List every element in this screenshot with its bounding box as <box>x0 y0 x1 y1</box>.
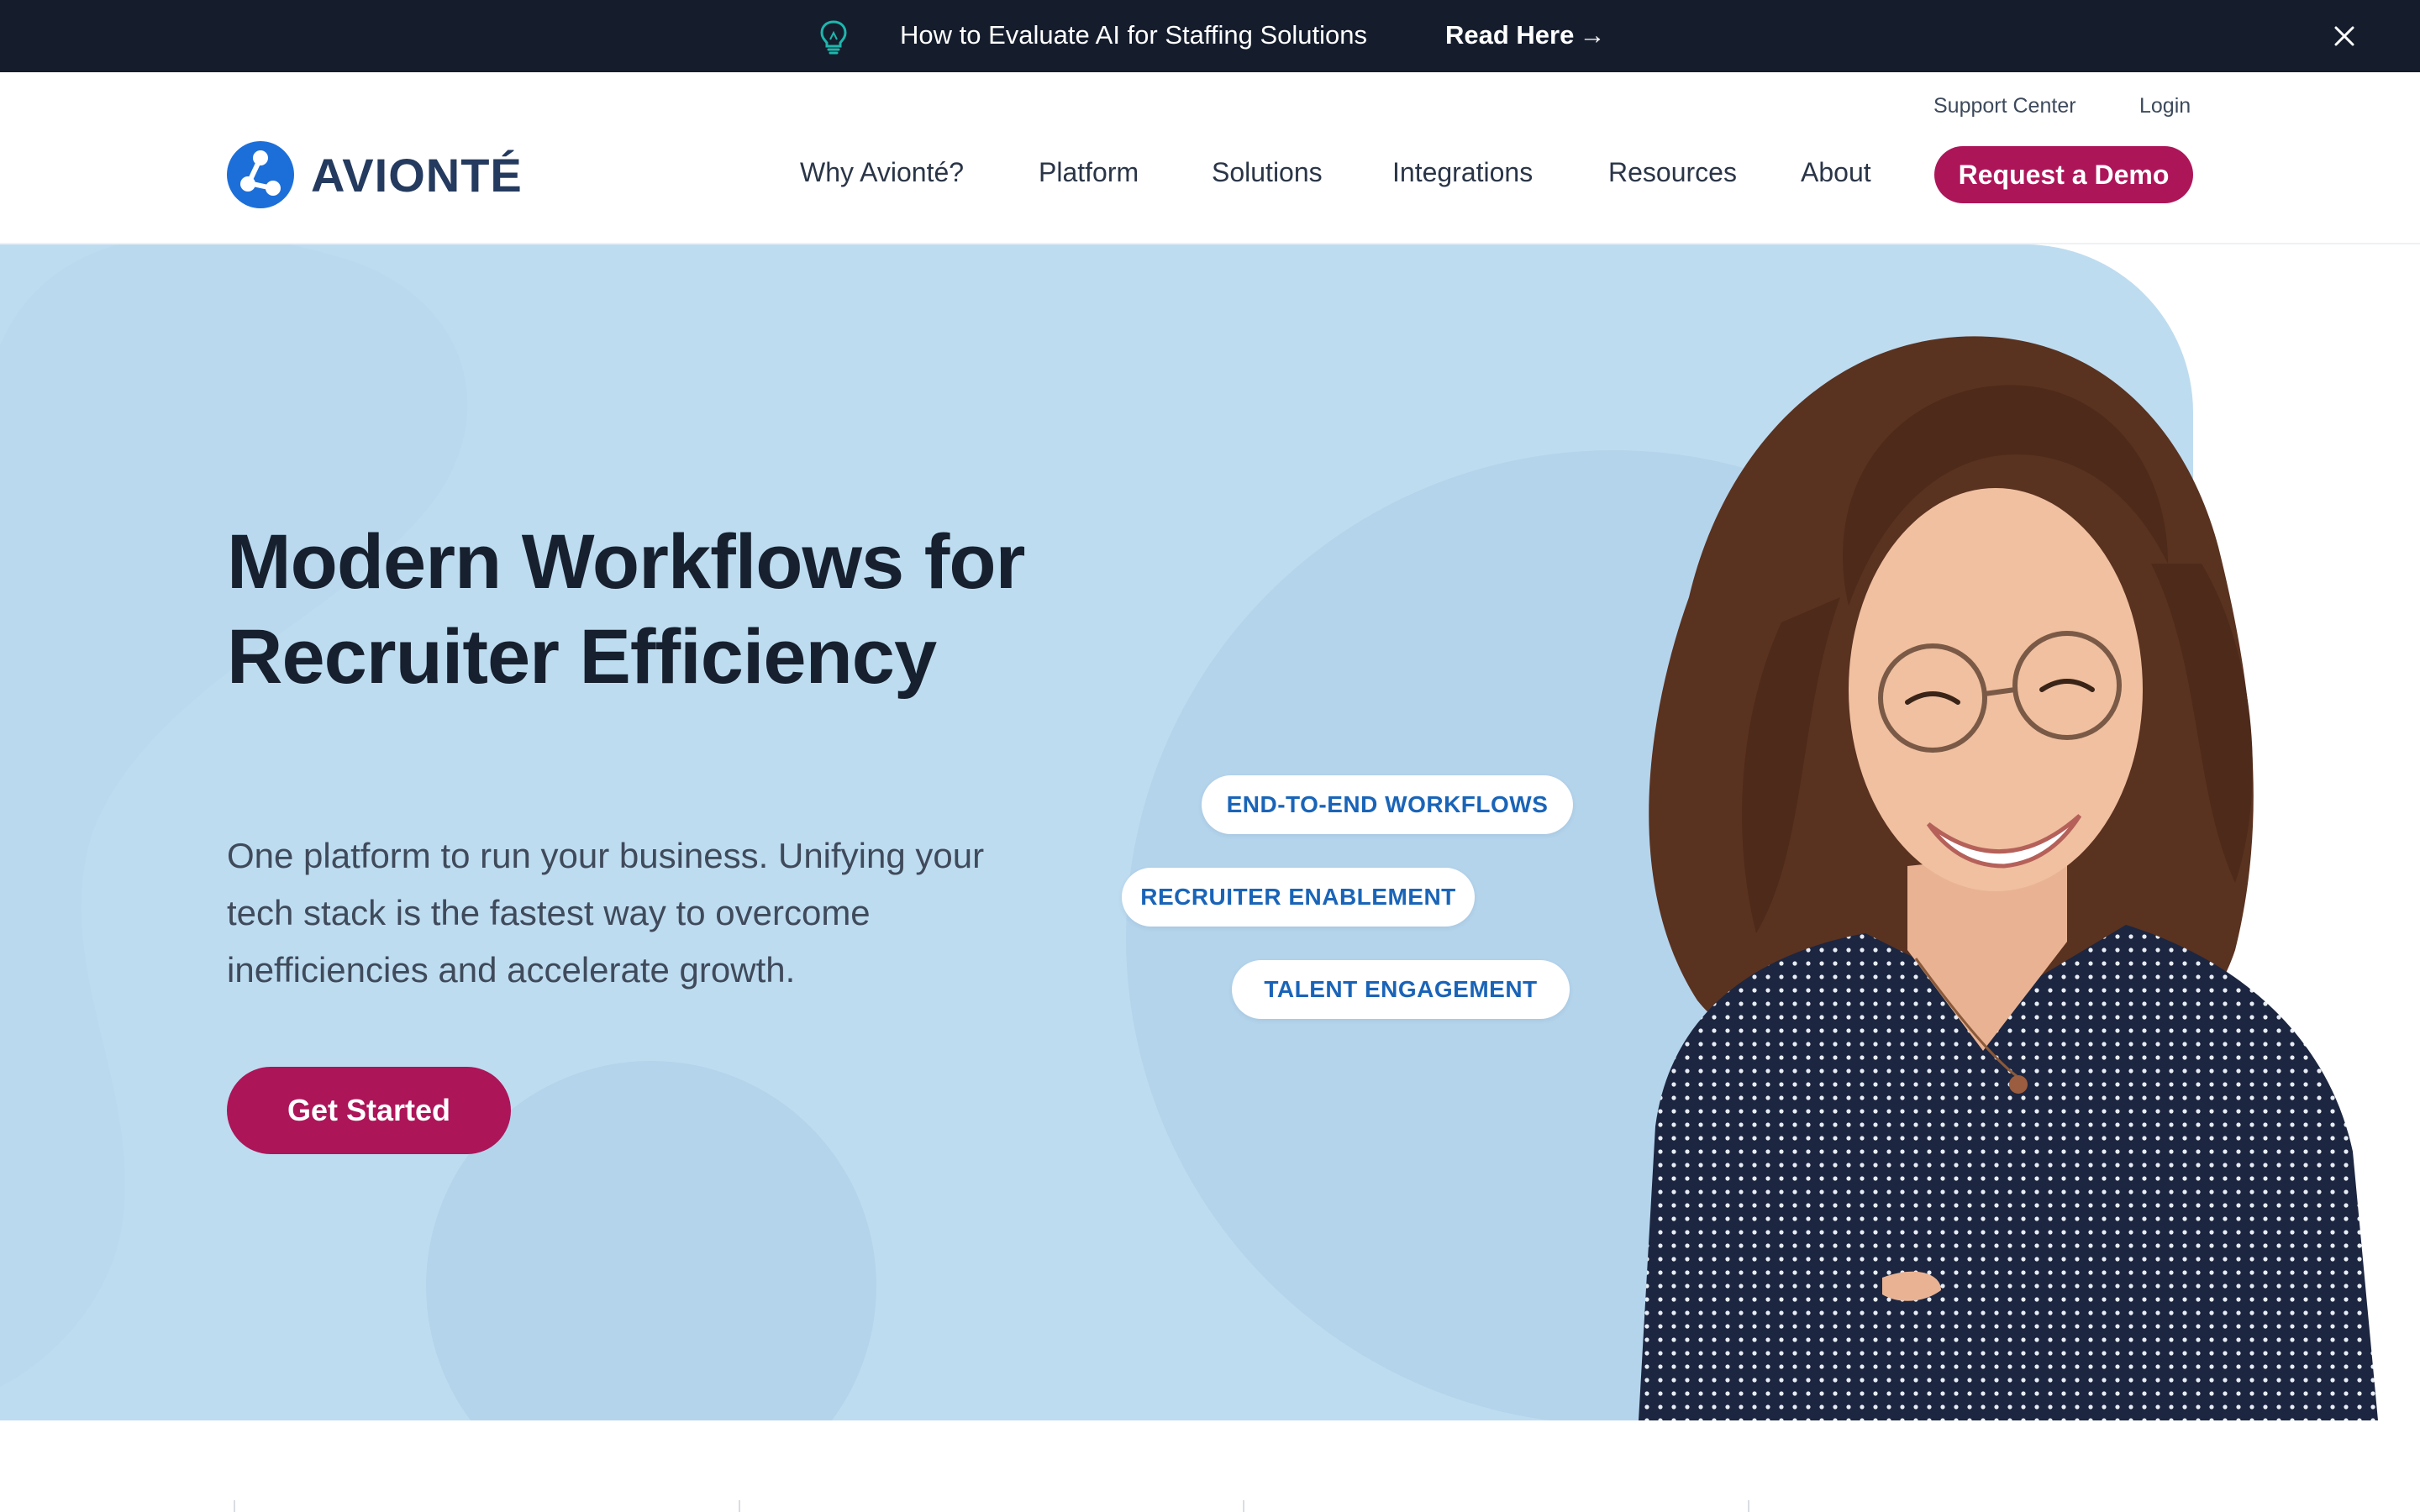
column-divider <box>234 1500 235 1512</box>
nav-about[interactable]: About <box>1801 153 1871 192</box>
nav-solutions[interactable]: Solutions <box>1212 153 1323 192</box>
pill-recruiter-enablement: RECRUITER ENABLEMENT <box>1122 868 1475 927</box>
hero-section: Modern Workflows for Recruiter Efficienc… <box>0 244 2420 1420</box>
nav-resources[interactable]: Resources <box>1608 153 1737 192</box>
site-header: AVIONTÉ Support Center Login Why Avionté… <box>0 72 2420 244</box>
hero-subtitle: One platform to run your business. Unify… <box>227 836 985 990</box>
read-here-label: Read Here <box>1445 20 1575 50</box>
lightbulb-icon <box>820 20 847 55</box>
logo[interactable]: AVIONTÉ <box>227 141 523 208</box>
announcement-bar: How to Evaluate AI for Staffing Solution… <box>0 0 2420 72</box>
read-here-link[interactable]: Read Here → <box>1445 17 1605 54</box>
support-center-link[interactable]: Support Center <box>1933 94 2076 118</box>
hero-portrait-image <box>1639 336 2378 1420</box>
below-hero-section <box>0 1420 2420 1512</box>
logo-text: AVIONTÉ <box>311 148 523 202</box>
nav-why-avionte[interactable]: Why Avionté? <box>800 153 964 192</box>
pill-talent-engagement: TALENT ENGAGEMENT <box>1232 960 1570 1019</box>
arrow-right-icon: → <box>1579 20 1606 50</box>
column-divider <box>739 1500 740 1512</box>
column-divider <box>1748 1500 1749 1512</box>
column-divider <box>1243 1500 1244 1512</box>
get-started-button[interactable]: Get Started <box>227 1067 511 1154</box>
nav-platform[interactable]: Platform <box>1039 153 1139 192</box>
avionte-logo-icon <box>227 141 294 208</box>
close-icon[interactable] <box>2328 19 2361 53</box>
nav-integrations[interactable]: Integrations <box>1392 153 1533 192</box>
hero-title: Modern Workflows for Recruiter Efficienc… <box>227 519 1025 700</box>
announcement-message: How to Evaluate AI for Staffing Solution… <box>900 20 1368 50</box>
pill-end-to-end-workflows: END-TO-END WORKFLOWS <box>1202 775 1573 834</box>
request-demo-button[interactable]: Request a Demo <box>1934 146 2193 203</box>
login-link[interactable]: Login <box>2139 94 2191 118</box>
